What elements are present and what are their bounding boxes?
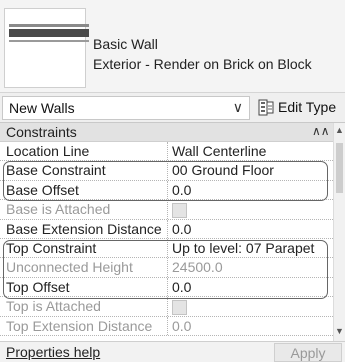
property-row-unconnected-height[interactable]: Unconnected Height 24500.0 (0, 258, 333, 278)
property-name: Top Extension Distance (0, 316, 168, 335)
group-label: Constraints (6, 124, 77, 140)
wall-layers-icon (4, 8, 89, 88)
scroll-down-arrow-icon[interactable]: ▼ (335, 326, 344, 336)
property-value[interactable]: Up to level: 07 Parapet (168, 239, 333, 257)
property-name: Location Line (0, 142, 168, 161)
property-row-base-constraint[interactable]: Base Constraint 00 Ground Floor (0, 161, 333, 181)
scroll-up-arrow-icon[interactable]: ▲ (335, 125, 344, 135)
collapse-double-chevron-icon[interactable]: ∧∧ (312, 124, 330, 138)
type-name: Exterior - Render on Brick on Block (93, 56, 312, 72)
property-name: Unconnected Height (0, 258, 168, 277)
property-row-base-is-attached[interactable]: Base is Attached (0, 200, 333, 220)
property-row-top-offset[interactable]: Top Offset 0.0 (0, 277, 333, 298)
property-row-top-is-attached[interactable]: Top is Attached (0, 297, 333, 317)
scroll-thumb[interactable] (336, 143, 343, 193)
instance-filter-dropdown[interactable]: New Walls ∨ (2, 96, 250, 120)
property-name: Base Constraint (0, 161, 168, 180)
property-value: 0.0 (172, 317, 192, 334)
property-rows: Location Line Wall Centerline Base Constra… (0, 142, 333, 336)
type-selector-preview[interactable]: Basic Wall Exterior - Render on Brick on… (0, 0, 345, 92)
properties-palette: Basic Wall Exterior - Render on Brick on… (0, 0, 345, 362)
property-name: Base is Attached (0, 200, 168, 219)
properties-help-link[interactable]: Properties help (6, 344, 100, 360)
property-row-top-extension-distance[interactable]: Top Extension Distance 0.0 (0, 316, 333, 336)
edit-type-icon (258, 99, 274, 116)
property-checkbox-cell (168, 297, 333, 316)
checkbox (172, 203, 187, 219)
property-name: Top Offset (0, 277, 168, 297)
instance-selector-row: New Walls ∨ Edit Type (0, 92, 345, 123)
property-name: Top Constraint (0, 238, 168, 258)
edit-type-label: Edit Type (278, 99, 337, 115)
property-value[interactable]: 0.0 (168, 220, 333, 238)
chevron-down-icon: ∨ (232, 99, 243, 115)
property-value[interactable]: Wall Centerline (168, 142, 333, 160)
property-name: Base Extension Distance (0, 219, 168, 238)
property-row-base-offset[interactable]: Base Offset 0.0 (0, 180, 333, 201)
property-row-base-extension-distance[interactable]: Base Extension Distance 0.0 (0, 219, 333, 239)
checkbox (172, 300, 187, 316)
edit-type-button[interactable]: Edit Type (258, 96, 345, 120)
property-value[interactable]: 0.0 (168, 278, 333, 296)
property-value[interactable]: 00 Ground Floor (168, 161, 333, 179)
property-row-location-line[interactable]: Location Line Wall Centerline (0, 142, 333, 162)
property-checkbox-cell (168, 200, 333, 219)
property-value[interactable]: 0.0 (168, 181, 333, 199)
property-name: Base Offset (0, 180, 168, 200)
property-row-top-constraint[interactable]: Top Constraint Up to level: 07 Parapet (0, 238, 333, 259)
type-family-name: Basic Wall (93, 36, 158, 52)
vertical-scrollbar[interactable]: ▲ ▼ (333, 123, 345, 341)
palette-footer: Properties help Apply (0, 341, 345, 362)
apply-button[interactable]: Apply (274, 343, 342, 362)
group-header-constraints[interactable]: Constraints ∧∧ (0, 123, 333, 142)
dropdown-value: New Walls (9, 100, 75, 116)
property-value: 24500.0 (172, 259, 223, 276)
properties-grid: Constraints ∧∧ Location Line Wall Centerl… (0, 123, 333, 341)
property-name: Top is Attached (0, 297, 168, 316)
